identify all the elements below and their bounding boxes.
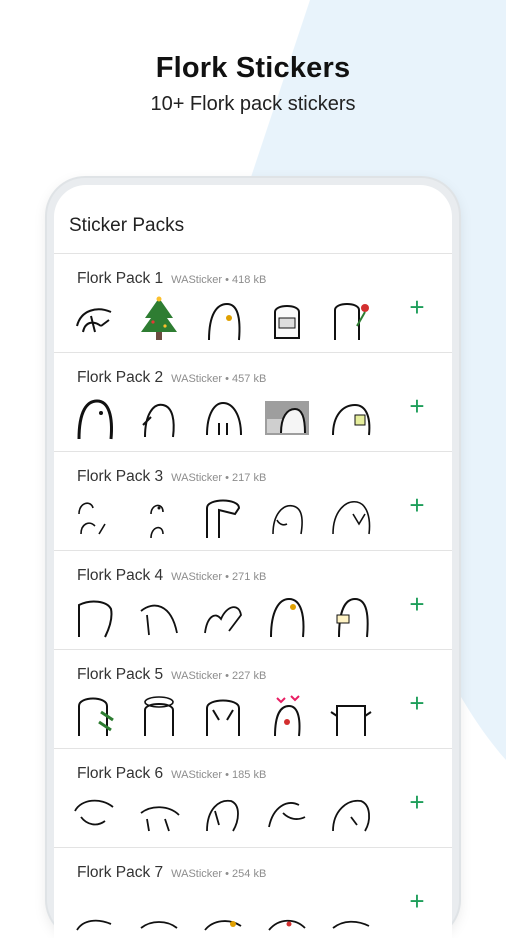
add-pack-button[interactable]: + — [404, 393, 430, 419]
promo-subtitle: 10+ Flork pack stickers — [150, 93, 356, 115]
promo-header: Flork Stickers 10+ Flork pack stickers — [0, 52, 506, 116]
sticker-pack-item[interactable]: Flork Pack 6 WASticker • 185 kB + — [54, 748, 452, 847]
sticker-pack-list: Flork Pack 1 WASticker • 418 kB + Flork … — [54, 253, 452, 938]
sticker-thumbnail[interactable] — [70, 296, 120, 342]
sticker-thumbnail[interactable] — [70, 692, 120, 738]
pack-meta: WASticker • 418 kB — [171, 274, 267, 286]
pack-meta: WASticker • 217 kB — [171, 472, 267, 484]
phone-frame: Sticker Packs Flork Pack 1 WASticker • 4… — [47, 178, 459, 938]
sticker-pack-item[interactable]: Flork Pack 1 WASticker • 418 kB + — [54, 253, 452, 352]
sticker-thumbnail[interactable] — [134, 395, 184, 441]
christmas-tree-sticker[interactable] — [134, 296, 184, 342]
sticker-thumbnail[interactable] — [198, 395, 248, 441]
sticker-thumbnail[interactable] — [262, 593, 312, 639]
sticker-thumbnail[interactable] — [70, 494, 120, 540]
hearts-sticker[interactable] — [262, 692, 312, 738]
add-pack-button[interactable]: + — [404, 789, 430, 815]
pack-name: Flork Pack 3 — [77, 468, 164, 485]
sticker-thumbnail[interactable] — [198, 692, 248, 738]
pack-meta: WASticker • 227 kB — [171, 670, 267, 682]
sticker-thumbnail[interactable] — [70, 791, 120, 837]
pack-name: Flork Pack 4 — [77, 567, 164, 584]
sticker-thumbnail[interactable] — [198, 593, 248, 639]
pack-meta: WASticker • 254 kB — [171, 868, 267, 880]
add-pack-button[interactable]: + — [404, 888, 430, 914]
sticker-thumbnail[interactable] — [262, 890, 312, 936]
pack-name: Flork Pack 2 — [77, 369, 164, 386]
pack-meta: WASticker • 457 kB — [171, 373, 267, 385]
sticker-thumbnail[interactable] — [198, 296, 248, 342]
rose-sticker[interactable] — [326, 296, 376, 342]
sticker-thumbnail[interactable] — [134, 890, 184, 936]
photo-sticker[interactable] — [262, 395, 312, 441]
pack-name: Flork Pack 7 — [77, 864, 164, 881]
add-pack-button[interactable]: + — [404, 591, 430, 617]
sticker-pack-item[interactable]: Flork Pack 2 WASticker • 457 kB + — [54, 352, 452, 451]
sticker-pack-item[interactable]: Flork Pack 3 WASticker • 217 kB + — [54, 451, 452, 550]
sticker-thumbnail[interactable] — [198, 890, 248, 936]
add-pack-button[interactable]: + — [404, 690, 430, 716]
sticker-thumbnail[interactable] — [134, 593, 184, 639]
sticker-thumbnail[interactable] — [326, 395, 376, 441]
sticker-pack-item[interactable]: Flork Pack 7 WASticker • 254 kB + — [54, 847, 452, 938]
sticker-thumbnail[interactable] — [262, 494, 312, 540]
pack-meta: WASticker • 271 kB — [171, 571, 267, 583]
add-pack-button[interactable]: + — [404, 492, 430, 518]
sticker-thumbnail[interactable] — [134, 791, 184, 837]
sticker-thumbnail[interactable] — [134, 692, 184, 738]
sticker-thumbnail[interactable] — [326, 890, 376, 936]
sticker-pack-item[interactable]: Flork Pack 4 WASticker • 271 kB + — [54, 550, 452, 649]
sticker-thumbnail[interactable] — [70, 593, 120, 639]
sticker-thumbnail[interactable] — [198, 791, 248, 837]
pack-meta: WASticker • 185 kB — [171, 769, 267, 781]
sticker-thumbnail[interactable] — [198, 494, 248, 540]
sticker-thumbnail[interactable] — [134, 494, 184, 540]
sticker-pack-item[interactable]: Flork Pack 5 WASticker • 227 kB + — [54, 649, 452, 748]
add-pack-button[interactable]: + — [404, 294, 430, 320]
sticker-thumbnail[interactable] — [326, 791, 376, 837]
pack-name: Flork Pack 1 — [77, 270, 164, 287]
pack-name: Flork Pack 6 — [77, 765, 164, 782]
sticker-thumbnail[interactable] — [262, 791, 312, 837]
promo-title: Flork Stickers — [155, 52, 351, 84]
sticker-thumbnail[interactable] — [70, 395, 120, 441]
sticker-thumbnail[interactable] — [326, 494, 376, 540]
sticker-thumbnail[interactable] — [326, 692, 376, 738]
app-title: Sticker Packs — [69, 215, 185, 236]
sticker-thumbnail[interactable] — [326, 593, 376, 639]
pack-name: Flork Pack 5 — [77, 666, 164, 683]
sticker-thumbnail[interactable] — [70, 890, 120, 936]
app-screen: Sticker Packs Flork Pack 1 WASticker • 4… — [54, 185, 452, 938]
sticker-thumbnail[interactable] — [262, 296, 312, 342]
